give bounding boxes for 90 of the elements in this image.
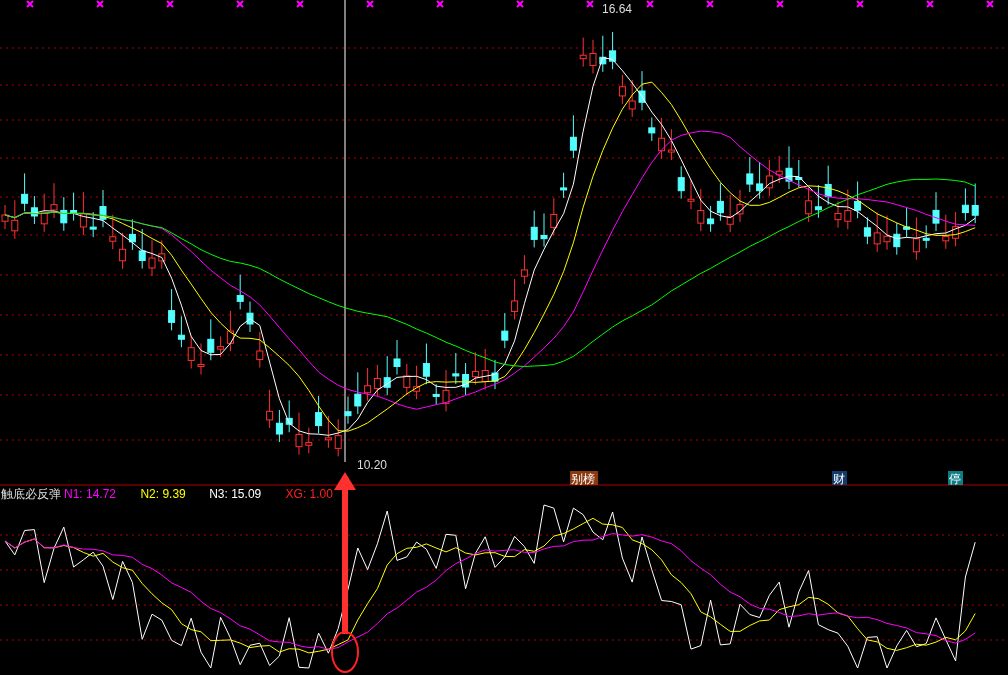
- cross-mark-icon: [926, 0, 934, 8]
- candlestick: [285, 399, 293, 433]
- candlestick: [344, 396, 352, 425]
- candlestick: [971, 183, 979, 224]
- candlestick: [158, 239, 166, 270]
- candlestick: [50, 182, 58, 219]
- candlestick: [589, 39, 597, 74]
- indicator-value: XG: 1.00: [285, 487, 333, 501]
- candlestick: [148, 239, 156, 277]
- candlestick: [256, 331, 264, 369]
- candlestick: [89, 211, 97, 238]
- candlestick: [834, 200, 842, 229]
- candlestick: [334, 418, 342, 457]
- candlestick: [138, 228, 146, 270]
- candlestick: [775, 155, 783, 184]
- candlestick: [60, 196, 68, 232]
- cross-mark-icon: [986, 0, 994, 8]
- cross-mark-icon: [646, 0, 654, 8]
- cross-mark-icon: [776, 0, 784, 8]
- candlestick: [687, 179, 695, 210]
- cross-mark-icon: [236, 0, 244, 8]
- candlestick: [628, 79, 636, 118]
- candlestick: [932, 191, 940, 232]
- event-badge[interactable]: 财: [832, 471, 847, 486]
- candlestick: [560, 172, 568, 199]
- candlestick: [550, 197, 558, 236]
- cross-mark-icon: [166, 0, 174, 8]
- candlestick: [746, 156, 754, 193]
- candlestick: [481, 348, 489, 391]
- candlestick: [207, 318, 215, 361]
- cross-mark-icon: [436, 0, 444, 8]
- candlestick: [530, 210, 538, 248]
- cross-mark-icon: [856, 0, 864, 8]
- highlight-circle: [331, 631, 359, 673]
- cross-mark-icon: [706, 0, 714, 8]
- candlestick: [638, 70, 646, 111]
- candlestick: [883, 215, 891, 251]
- candlestick: [11, 199, 19, 240]
- candlestick: [922, 224, 930, 249]
- cross-mark-icon: [516, 0, 524, 8]
- up-arrow-icon: [334, 472, 356, 634]
- candlestick: [236, 274, 244, 310]
- cross-mark-icon: [296, 0, 304, 8]
- candlestick: [452, 352, 460, 385]
- event-badge[interactable]: 别榜: [570, 471, 598, 486]
- candlestick: [609, 31, 617, 70]
- cross-mark-icon: [26, 0, 34, 8]
- candlestick: [942, 214, 950, 250]
- candlestick: [491, 359, 499, 390]
- candlestick: [873, 212, 881, 253]
- candlestick: [442, 369, 450, 412]
- indicator-name: 触底必反弹: [1, 487, 61, 501]
- candlestick: [824, 165, 832, 206]
- event-badge[interactable]: 停: [948, 471, 963, 486]
- candlestick: [305, 427, 313, 454]
- candlestick: [599, 35, 607, 73]
- indicator-value: N2: 9.39: [140, 487, 186, 501]
- candlestick: [501, 312, 509, 349]
- candlestick: [295, 412, 303, 456]
- candlestick: [99, 189, 107, 228]
- candlestick: [844, 189, 852, 230]
- candlestick: [187, 335, 195, 369]
- candlestick: [432, 383, 440, 405]
- indicator-value: N3: 15.09: [209, 487, 262, 501]
- candlestick: [648, 117, 656, 142]
- high-price-label: 16.64: [602, 2, 633, 16]
- candlestick: [197, 343, 205, 375]
- candlestick: [109, 214, 117, 250]
- candlestick: [403, 363, 411, 396]
- low-price-label: 10.20: [357, 458, 388, 472]
- candlestick: [579, 37, 587, 68]
- candlestick: [540, 213, 548, 248]
- candlestick: [697, 188, 705, 232]
- candlestick: [893, 222, 901, 256]
- cross-mark-icon: [586, 0, 594, 8]
- candlestick: [393, 339, 401, 375]
- cross-mark-icon: [96, 0, 104, 8]
- cross-mark-icon: [366, 0, 374, 8]
- candlestick: [736, 189, 744, 223]
- indicator-value: N1: 14.72: [64, 487, 117, 501]
- candlestick: [40, 193, 48, 233]
- candlestick: [569, 114, 577, 159]
- candlestick: [785, 145, 793, 190]
- candlestick: [726, 194, 734, 233]
- candlestick: [677, 165, 685, 200]
- candlestick: [383, 355, 391, 396]
- candlestick: [795, 159, 803, 188]
- candlestick: [354, 371, 362, 415]
- candlestick: [246, 301, 254, 333]
- candlestick: [618, 74, 626, 105]
